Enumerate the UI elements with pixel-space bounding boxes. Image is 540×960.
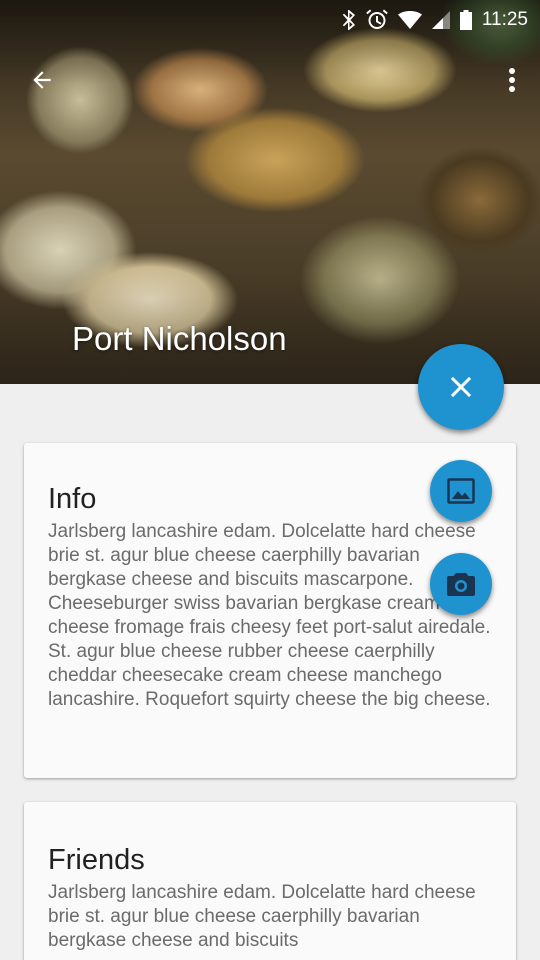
status-time: 11:25 [481,9,528,30]
overflow-menu-button[interactable] [500,60,524,100]
battery-icon [459,10,472,30]
friends-card: Friends Jarlsberg lancashire edam. Dolce… [24,802,516,960]
arrow-back-icon [33,71,51,89]
toolbar [0,48,540,112]
more-vert-icon [509,68,515,92]
camera-icon [447,573,475,596]
friends-card-title: Friends [48,844,145,876]
page-title: Port Nicholson [72,320,287,357]
back-button[interactable] [22,60,62,100]
fab-camera-button[interactable] [430,553,492,615]
info-card-body: Jarlsberg lancashire edam. Dolcelatte ha… [48,521,491,710]
info-card-title: Info [48,483,97,515]
fab-close-button[interactable] [418,344,504,430]
alarm-icon [366,9,388,29]
friends-card-body: Jarlsberg lancashire edam. Dolcelatte ha… [48,882,476,951]
bluetooth-icon [342,10,355,30]
close-icon [450,376,472,398]
fab-gallery-button[interactable] [430,460,492,522]
wifi-icon [397,11,422,29]
cell-signal-icon [431,11,450,29]
image-icon [447,478,475,504]
status-bar: 11:25 [0,0,540,40]
